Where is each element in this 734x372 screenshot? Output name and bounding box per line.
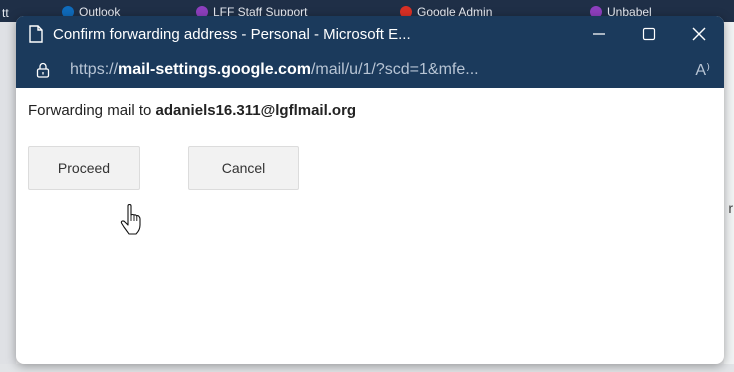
cancel-button[interactable]: Cancel [188, 146, 299, 190]
close-icon [692, 27, 706, 41]
background-left-strip [0, 22, 16, 372]
forwarding-message-prefix: Forwarding mail to [28, 102, 156, 119]
background-right-fragment: r [728, 200, 733, 216]
maximize-button[interactable] [624, 16, 674, 52]
window-title: Confirm forwarding address - Personal - … [53, 25, 411, 43]
proceed-button[interactable]: Proceed [28, 146, 140, 190]
close-button[interactable] [674, 16, 724, 52]
url-path: /mail/u/1/?scd=1&mfe... [310, 61, 479, 78]
url-host: mail-settings.google.com [118, 61, 311, 78]
address-bar[interactable]: https://mail-settings.google.com/mail/u/… [16, 52, 724, 88]
forwarding-email-address: adaniels16.311@lgflmail.org [155, 102, 357, 119]
read-aloud-icon[interactable]: A⁾ [695, 60, 710, 80]
confirm-forwarding-popup: Confirm forwarding address - Personal - … [16, 16, 724, 364]
minimize-icon [593, 33, 605, 35]
url-scheme: https:// [70, 61, 119, 78]
dialog-content: Forwarding mail to adaniels16.311@lgflma… [16, 88, 724, 208]
background-right-strip: r [724, 22, 734, 372]
lock-icon[interactable] [36, 62, 50, 78]
background-left-fragment: tt [2, 6, 9, 20]
forwarding-message: Forwarding mail to adaniels16.311@lgflma… [28, 102, 712, 119]
maximize-icon [642, 27, 656, 41]
minimize-button[interactable] [574, 16, 624, 52]
window-controls [574, 16, 724, 52]
document-icon [29, 25, 43, 43]
dialog-buttons: Proceed Cancel [28, 146, 712, 194]
title-bar[interactable]: Confirm forwarding address - Personal - … [16, 16, 724, 52]
url-text[interactable]: https://mail-settings.google.com/mail/u/… [70, 61, 479, 79]
background-bottom-strip [0, 364, 734, 372]
